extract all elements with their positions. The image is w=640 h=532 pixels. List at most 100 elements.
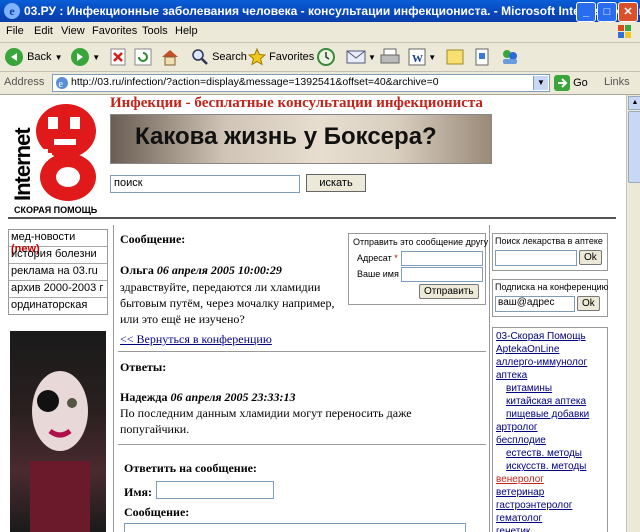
refresh-button[interactable]: [134, 47, 152, 67]
address-dropdown[interactable]: ▼: [533, 76, 548, 90]
right-nav-link[interactable]: венеролог: [496, 473, 589, 486]
scroll-thumb[interactable]: [628, 111, 640, 183]
drug-search-title: Поиск лекарства в аптеке: [495, 236, 603, 246]
site-logo[interactable]: Internet СКОРАЯ ПОМОЩЬ: [10, 103, 104, 215]
replies-label: Ответы:: [120, 360, 167, 374]
subscribe-title: Подписка на конференцию: [495, 282, 609, 292]
minimize-button[interactable]: _: [576, 2, 596, 22]
menu-view[interactable]: View: [61, 25, 85, 37]
close-button[interactable]: ✕: [618, 2, 638, 22]
forward-button[interactable]: ▼: [70, 47, 100, 67]
drug-search-input[interactable]: [495, 250, 577, 266]
left-nav-item[interactable]: реклама на 03.ru: [9, 264, 107, 281]
menu-edit[interactable]: Edit: [34, 25, 53, 37]
maximize-button[interactable]: □: [597, 2, 617, 22]
right-nav-link[interactable]: бесплодие: [496, 434, 589, 447]
go-button[interactable]: Go: [554, 74, 588, 92]
required-mark: *: [394, 253, 398, 263]
refresh-icon: [134, 48, 152, 66]
drug-search-box: Поиск лекарства в аптеке Ok: [492, 233, 608, 271]
logo-03-icon: [36, 104, 96, 201]
site-search-button[interactable]: искать: [306, 174, 366, 192]
address-bar: Address e http://03.ru/infection/?action…: [0, 72, 640, 95]
go-arrow-icon: [554, 75, 570, 92]
message-header: Ольга 06 апреля 2005 10:00:29: [120, 263, 282, 278]
site-search-input[interactable]: поиск: [110, 175, 300, 193]
mail-button[interactable]: ▼: [346, 47, 376, 67]
back-button[interactable]: Back ▼: [4, 47, 63, 67]
message-text: здравствуйте, передаются ли хламидии быт…: [120, 280, 335, 326]
right-nav-link[interactable]: AptekaOnLine: [496, 343, 589, 356]
stop-button[interactable]: [110, 47, 126, 67]
right-nav-link[interactable]: артролог: [496, 421, 589, 434]
right-nav-link[interactable]: гастроэнтеролог: [496, 499, 589, 512]
print-button[interactable]: [380, 47, 400, 67]
vertical-scrollbar[interactable]: ▲: [626, 95, 640, 532]
history-button[interactable]: [316, 47, 336, 67]
page-content: Internet СКОРАЯ ПОМОЩЬ Инфекции - беспла…: [0, 95, 626, 532]
mail-icon: [346, 50, 366, 64]
research-button[interactable]: [474, 47, 490, 67]
windows-logo-icon: [612, 22, 638, 42]
left-nav-item[interactable]: ординаторская: [9, 298, 107, 314]
right-nav-link[interactable]: искусств. методы: [496, 460, 589, 473]
menu-help[interactable]: Help: [175, 25, 198, 37]
svg-text:W: W: [412, 53, 423, 65]
menu-file[interactable]: File: [6, 25, 24, 37]
your-name-input[interactable]: [401, 267, 483, 282]
back-to-conference-link[interactable]: << Вернуться в конференцию: [120, 332, 272, 347]
right-nav-link[interactable]: витамины: [496, 382, 589, 395]
page-icon: e: [56, 77, 68, 90]
right-nav-link[interactable]: ветеринар: [496, 486, 589, 499]
right-nav-link[interactable]: 03-Скорая Помощь: [496, 330, 589, 343]
reply-name-input[interactable]: [156, 481, 274, 499]
divider: [118, 351, 486, 352]
history-icon: [317, 48, 335, 67]
subscribe-button[interactable]: Ok: [577, 296, 600, 311]
search-button[interactable]: Search: [191, 47, 247, 67]
messenger-icon: [503, 50, 517, 65]
go-label: Go: [573, 77, 588, 89]
send-button[interactable]: Отправить: [419, 284, 479, 299]
favorites-button[interactable]: Favorites: [248, 47, 314, 67]
left-nav-item[interactable]: мед-новости (new): [9, 230, 107, 255]
address-input[interactable]: e http://03.ru/infection/?action=display…: [52, 74, 550, 92]
left-nav-item[interactable]: архив 2000-2003 г: [9, 281, 107, 298]
right-nav-link[interactable]: пищевые добавки: [496, 408, 589, 421]
recipient-input[interactable]: [401, 251, 483, 266]
search-label: Search: [212, 51, 247, 63]
message-section-label: Сообщение:: [120, 232, 186, 246]
messenger-button[interactable]: [500, 47, 520, 67]
recipient-label: Адресат *: [357, 253, 398, 263]
right-nav-link[interactable]: аллерго-иммунолог: [496, 356, 589, 369]
reply-message-textarea[interactable]: [124, 523, 466, 532]
drug-search-button[interactable]: Ok: [579, 250, 602, 265]
right-nav-link[interactable]: генетик: [496, 525, 589, 532]
home-button[interactable]: [160, 47, 180, 67]
menu-favorites[interactable]: Favorites: [92, 25, 137, 37]
right-nav-link[interactable]: китайская аптека: [496, 395, 589, 408]
links-button[interactable]: Links: [604, 76, 630, 88]
edit-button[interactable]: W ▼: [408, 47, 436, 67]
portrait-image: [30, 371, 90, 532]
subscribe-box: Подписка на конференцию ваш@адрес Ok: [492, 279, 608, 317]
toolbar: Back ▼ ▼ Search Favorites ▼ W ▼: [0, 43, 640, 72]
home-icon: [162, 50, 178, 66]
discuss-button[interactable]: [446, 47, 464, 67]
forward-arrow-icon: [71, 48, 89, 67]
left-nav-item[interactable]: история болезни: [9, 247, 107, 264]
printer-icon: [380, 48, 400, 64]
menu-tools[interactable]: Tools: [142, 25, 168, 37]
subscribe-email-input[interactable]: ваш@адрес: [495, 296, 575, 312]
scroll-up-button[interactable]: ▲: [628, 96, 640, 110]
left-nav-label: мед-новости: [11, 231, 76, 243]
right-nav-link[interactable]: гематолог: [496, 512, 589, 525]
ad-banner[interactable]: Какова жизнь у Боксера?: [110, 114, 492, 164]
right-nav-link[interactable]: аптека: [496, 369, 589, 382]
site-heading: Инфекции - бесплатные консультации инфек…: [110, 95, 483, 111]
menu-bar: File Edit View Favorites Tools Help: [0, 22, 640, 43]
right-nav-link[interactable]: естеств. методы: [496, 447, 589, 460]
ad-photo[interactable]: [10, 331, 106, 532]
left-nav-label: история болезни: [11, 248, 97, 260]
reply-text: По последним данным хламидии могут перен…: [120, 406, 412, 436]
